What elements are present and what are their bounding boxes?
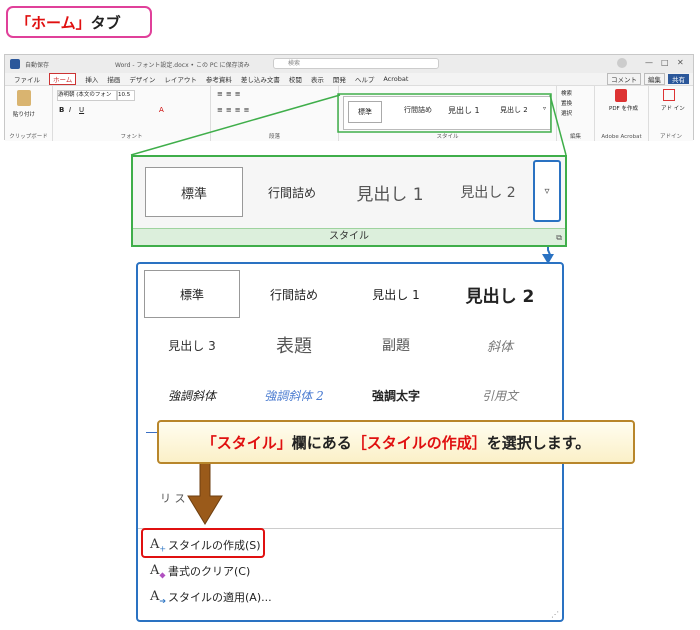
- gallery-style-heading2[interactable]: 見出し 2: [445, 167, 531, 217]
- dialog-launcher-icon[interactable]: ⧉: [556, 233, 562, 243]
- panel-style-heading1[interactable]: 見出し 1: [348, 270, 444, 318]
- more-dropdown-icon[interactable]: ▿: [533, 160, 561, 222]
- gallery-style-no-spacing[interactable]: 行間詰め: [251, 167, 333, 217]
- down-arrow-icon: [187, 462, 223, 525]
- panel-style-intense-emphasis[interactable]: 強調斜体 2: [246, 372, 342, 418]
- apply-style-icon: A➔: [150, 588, 167, 606]
- gallery-style-normal[interactable]: 標準: [145, 167, 243, 217]
- panel-style-list-partial[interactable]: リ ス: [160, 490, 186, 506]
- apply-style-command[interactable]: A➔ スタイルの適用(A)...: [150, 586, 272, 608]
- panel-style-subtitle[interactable]: 副題: [348, 322, 444, 368]
- callout-q1: 「: [201, 433, 217, 452]
- callout-create-style: スタイルの作成: [366, 433, 472, 452]
- callout-m2: を選択します。: [486, 433, 591, 452]
- clear-format-label: 書式のクリア(C): [168, 565, 251, 578]
- resize-grip-icon[interactable]: ⋰: [551, 610, 559, 619]
- panel-style-quote[interactable]: 引用文: [444, 372, 556, 418]
- panel-style-no-spacing[interactable]: 行間詰め: [246, 270, 342, 318]
- panel-style-emphasis[interactable]: 斜体: [444, 322, 556, 368]
- clear-format-icon: A◆: [150, 562, 166, 580]
- instruction-callout: 「スタイル」欄にある ［ スタイルの作成 ］ を選択します。: [157, 420, 635, 464]
- callout-b2: ］: [471, 433, 487, 452]
- callout-m1: 欄にある: [291, 433, 352, 452]
- panel-style-subtle-emphasis[interactable]: 強調斜体: [144, 372, 240, 418]
- panel-style-title[interactable]: 表題: [246, 322, 342, 368]
- callout-styles: スタイル: [216, 433, 277, 452]
- apply-style-label: スタイルの適用(A)...: [168, 591, 272, 604]
- clear-format-command[interactable]: A◆ 書式のクリア(C): [150, 560, 250, 582]
- create-style-highlight: [141, 528, 265, 558]
- gallery-group-label: スタイル: [133, 228, 565, 245]
- panel-style-normal[interactable]: 標準: [144, 270, 240, 318]
- panel-style-strong[interactable]: 強調太字: [348, 372, 444, 418]
- callout-b1: ［: [351, 433, 367, 452]
- callout-q2: 」: [276, 433, 292, 452]
- panel-style-heading3[interactable]: 見出し 3: [144, 322, 240, 368]
- panel-style-heading2[interactable]: 見出し 2: [444, 270, 556, 318]
- gallery-style-heading1[interactable]: 見出し 1: [343, 167, 437, 217]
- style-gallery-zoom: 標準 行間詰め 見出し 1 見出し 2 スタイル ⧉: [131, 155, 567, 247]
